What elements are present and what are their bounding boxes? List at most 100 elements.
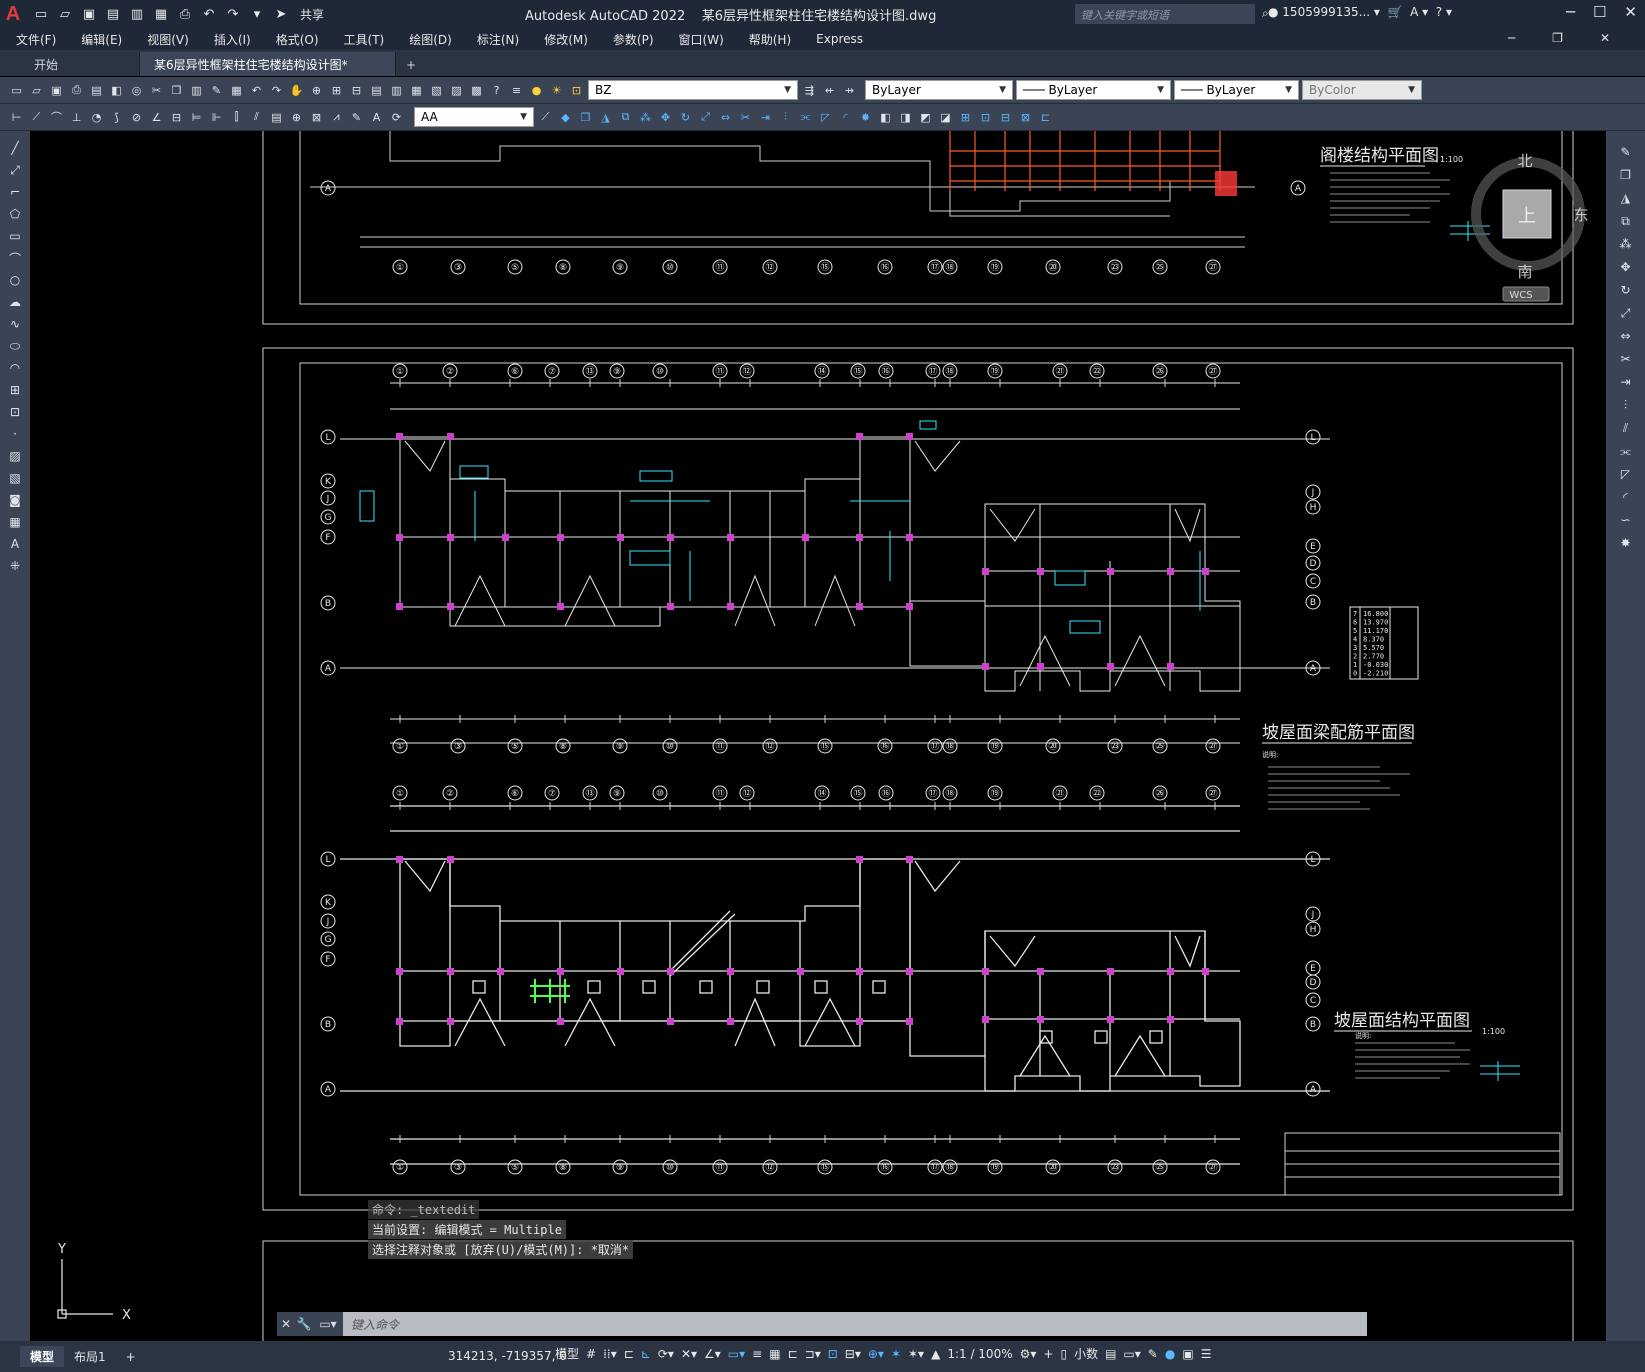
redo-icon[interactable]: ↷ [268,82,285,99]
qnew-icon[interactable]: ▭ [8,82,25,99]
polar-icon[interactable]: ⟳▾ [658,1347,674,1361]
join-icon[interactable]: ⫘ [797,109,814,126]
open-web-icon[interactable]: ▥ [128,5,146,23]
graphics-icon[interactable]: ▣ [1182,1347,1193,1361]
break-icon[interactable]: ⫽ [1616,419,1636,437]
extend-icon[interactable]: ⇥ [757,109,774,126]
tool-palettes-icon[interactable]: ▦ [408,82,425,99]
auto-scale-icon[interactable]: ✶▾ [908,1347,924,1361]
dim-baseline-icon[interactable]: ⊨ [188,109,205,126]
insert-block-icon[interactable]: ⊞ [5,381,25,399]
snap-icon[interactable]: ⁞⁞▾ [603,1347,617,1361]
hardware-accel-icon[interactable]: ● [1165,1347,1175,1361]
draworder-icon[interactable]: ◧ [877,109,894,126]
maximize-icon[interactable]: ☐ [1593,3,1606,21]
trim-icon[interactable]: ✂ [1616,350,1636,368]
dynamic-ucs-icon[interactable]: ⊡ [828,1347,838,1361]
add-selected-icon[interactable]: ⁜ [5,557,25,575]
hatch-icon[interactable]: ▨ [5,447,25,465]
isolate-icon[interactable]: ✎ [1148,1347,1158,1361]
lineweight-icon[interactable]: ≡ [752,1347,762,1361]
plot-icon[interactable]: ⎙ [176,5,194,23]
dim-aligned-icon[interactable]: ⟋ [28,109,45,126]
model-space-button[interactable]: 模型 [555,1345,579,1362]
autocad-logo-icon[interactable]: A [0,0,26,28]
open-icon[interactable]: ▱ [56,5,74,23]
polyline-icon[interactable]: ⌐ [5,183,25,201]
share-button[interactable]: 共享 [300,6,324,23]
isodraft-icon[interactable]: ✕▾ [681,1347,697,1361]
menu-item[interactable]: 工具(T) [344,31,385,48]
grid-icon[interactable]: # [586,1347,596,1361]
dim-diameter-icon[interactable]: ⊘ [128,109,145,126]
zoom-previous-icon[interactable]: ⊟ [348,82,365,99]
break-icon[interactable]: ⫶ [777,109,794,126]
join-icon[interactable]: ⫘ [1616,442,1636,460]
explode-icon[interactable]: ✸ [1616,534,1636,552]
dim-jogged-icon[interactable]: ⟆ [108,109,125,126]
plotstyle-select[interactable]: ByColor ▼ [1302,80,1422,100]
menu-item[interactable]: 窗口(W) [679,31,724,48]
lock-ui-icon[interactable]: ▭▾ [1123,1347,1140,1361]
ellipse-icon[interactable]: ⬭ [5,337,25,355]
trim-icon[interactable]: ✂ [737,109,754,126]
scale-icon[interactable]: ⤢ [697,109,714,126]
color-select[interactable]: ByLayer ▼ [865,80,1013,100]
tab-model[interactable]: 模型 [20,1346,65,1367]
command-close-icon[interactable]: ✕ [277,1312,295,1336]
layer-lock-icon[interactable]: ⊡ [568,82,585,99]
search-input[interactable]: 键入关键字或短语 [1075,4,1255,24]
construction-line-icon[interactable]: ⤢ [5,161,25,179]
text-style-select[interactable]: AA ▼ [414,107,534,127]
quick-properties-icon[interactable]: ▤ [1105,1347,1116,1361]
attribute-icon[interactable]: ⊡ [977,109,994,126]
sheet-set-icon[interactable]: ▧ [428,82,445,99]
cut-icon[interactable]: ✂ [148,82,165,99]
wipeout-icon[interactable]: ◪ [937,109,954,126]
dim-text-edit-icon[interactable]: A [368,109,385,126]
line-icon[interactable]: ╱ [5,139,25,157]
insert-block-icon[interactable]: ⊞ [957,109,974,126]
layer-properties-icon[interactable]: ≡ [508,82,525,99]
workspace-gear-icon[interactable]: ⚙▾ [1020,1347,1037,1361]
coordinates-readout[interactable]: 314213, -719357, 0 [448,1349,567,1363]
tab-layout1[interactable]: 布局1 [64,1346,116,1367]
fillet-icon[interactable]: ◜ [1616,488,1636,506]
blend-icon[interactable]: ∽ [1616,511,1636,529]
xref-icon[interactable]: ⊟ [997,109,1014,126]
menu-item[interactable]: 绘图(D) [409,31,452,48]
layer-select[interactable]: BZ ▼ [588,80,798,100]
rotate-icon[interactable]: ↻ [677,109,694,126]
save-icon[interactable]: ▣ [48,82,65,99]
copy-icon[interactable]: ❐ [168,82,185,99]
dim-style-icon[interactable]: ⟋ [537,109,554,126]
explode-icon[interactable]: ✸ [857,109,874,126]
layer-on-icon[interactable]: ● [528,82,545,99]
menu-item[interactable]: 格式(O) [276,31,319,48]
properties-icon[interactable]: ▤ [368,82,385,99]
offset-icon[interactable]: ⧉ [617,109,634,126]
spline-icon[interactable]: ∿ [5,315,25,333]
command-customize-icon[interactable]: 🔧 [295,1312,313,1336]
dim-linear-icon[interactable]: ⊢ [8,109,25,126]
help-icon[interactable]: ? [488,82,505,99]
zoom-window-icon[interactable]: ⊞ [328,82,345,99]
move-icon[interactable]: ✥ [1616,258,1636,276]
dim-break-icon[interactable]: ⫽ [248,109,265,126]
publish-icon[interactable]: ◧ [108,82,125,99]
drawing-canvas[interactable]: ①②⑥⑦⑬⑨⑩⑪⑫⑭⑮⑯⑰⑱⑲㉑㉒㉖㉗①②⑥⑦⑬⑨⑩⑪⑫⑭⑮⑯⑰⑱⑲㉑㉒㉖㉗①③… [30,131,1606,1341]
rotate-icon[interactable]: ↻ [1616,281,1636,299]
preview-icon[interactable]: ▤ [88,82,105,99]
save-icon[interactable]: ▣ [80,5,98,23]
chamfer-icon[interactable]: ◸ [1616,465,1636,483]
menu-item[interactable]: 修改(M) [544,31,588,48]
gradient-icon[interactable]: ▧ [5,469,25,487]
menu-item[interactable]: 参数(P) [613,31,654,48]
menu-item[interactable]: 插入(I) [214,31,251,48]
3d-osnap-icon[interactable]: ⊐▾ [805,1347,821,1361]
menu-item[interactable]: 帮助(H) [749,31,791,48]
web-icon[interactable]: ◎ [128,82,145,99]
doc-restore-icon[interactable]: ❐ [1552,31,1563,45]
design-center-icon[interactable]: ▥ [388,82,405,99]
table-icon[interactable]: ▦ [5,513,25,531]
